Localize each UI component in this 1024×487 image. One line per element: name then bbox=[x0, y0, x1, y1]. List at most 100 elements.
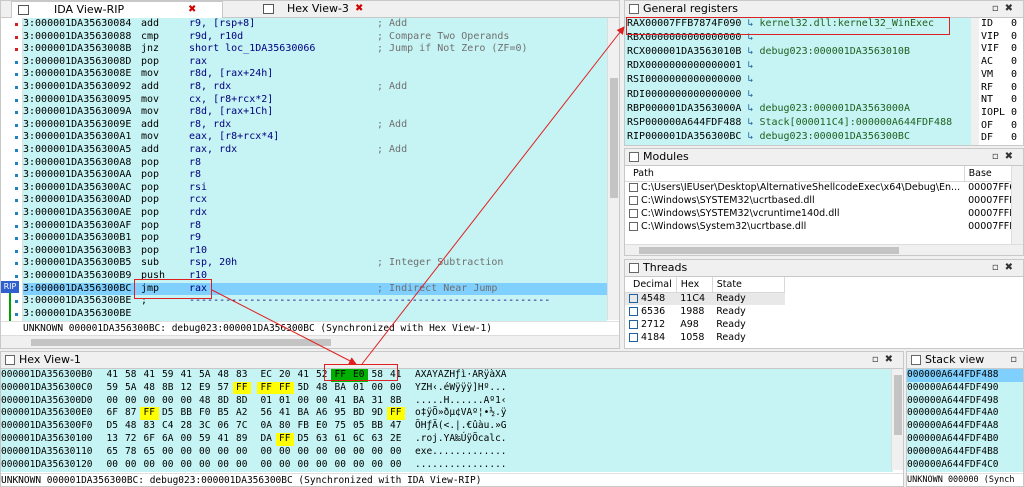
hex-byte[interactable]: 00 bbox=[313, 446, 332, 459]
stack-row[interactable]: 000000A644FDF490 bbox=[907, 382, 1023, 395]
hex-row[interactable]: 000001DA356300C0 59 5A 48 8B 12 E9 57 FF FF FF 5D 48… bbox=[1, 381, 893, 395]
hex-byte[interactable]: 8D bbox=[214, 395, 233, 408]
disasm-line[interactable]: 3:000001DA356300A8 pop r8 bbox=[23, 157, 607, 170]
breakpoint-dot[interactable] bbox=[15, 86, 18, 89]
hex-byte[interactable]: 41 bbox=[214, 433, 233, 446]
register-row[interactable]: RAX00007FFB7874F090 ↳ kernel32.dll:kerne… bbox=[625, 18, 971, 31]
window-buttons[interactable]: ▫✖ bbox=[992, 260, 1019, 276]
module-row[interactable]: C:\Windows\System32\ucrtbase.dll 00007FFB… bbox=[625, 220, 1013, 233]
hex-byte[interactable]: 56 bbox=[257, 407, 276, 420]
register-row[interactable]: RBP000001DA3563000A ↳ debug023:000001DA3… bbox=[625, 103, 971, 116]
hex-byte[interactable]: 00 bbox=[276, 459, 295, 472]
register-reference[interactable]: kernel32.dll:kernel32_WinExec bbox=[759, 18, 934, 29]
disasm-line[interactable]: 3:000001DA35630095 mov cx, [r8+rcx*2] bbox=[23, 94, 607, 107]
hex-byte[interactable]: D5 bbox=[159, 407, 178, 420]
hex-byte[interactable]: 78 bbox=[122, 446, 141, 459]
register-row[interactable]: RCX000001DA3563010B ↳ debug023:000001DA3… bbox=[625, 46, 971, 59]
hex-byte[interactable]: D5 bbox=[103, 420, 122, 433]
hex-byte[interactable]: 00 bbox=[294, 446, 313, 459]
hex-byte[interactable]: 7C bbox=[233, 420, 252, 433]
hex-byte[interactable]: 63 bbox=[368, 433, 387, 446]
disasm-line[interactable]: 3:000001DA3563009E add r8, rdx ; Add bbox=[23, 119, 607, 132]
hex-byte[interactable]: 9D bbox=[368, 407, 387, 420]
stack-row[interactable]: 000000A644FDF4A0 bbox=[907, 407, 1023, 420]
modules-hscrollbar[interactable] bbox=[625, 244, 1023, 255]
hex-byte[interactable]: 00 bbox=[368, 446, 387, 459]
hex-byte[interactable]: 8D bbox=[233, 395, 252, 408]
hex-byte[interactable]: B5 bbox=[214, 407, 233, 420]
disasm-line[interactable]: 3:000001DA356300AF pop r8 bbox=[23, 220, 607, 233]
threads-col-hex[interactable]: Hex bbox=[676, 277, 713, 293]
hex-byte[interactable]: 00 bbox=[140, 395, 159, 408]
hex-byte[interactable]: FB bbox=[294, 420, 313, 433]
hex-byte[interactable]: 00 bbox=[103, 459, 122, 472]
hex-byte[interactable]: 83 bbox=[140, 420, 159, 433]
hex-byte[interactable]: 00 bbox=[313, 395, 332, 408]
disasm-line[interactable]: 3:000001DA356300BC jmp rax ; Indirect Near … bbox=[23, 282, 607, 296]
hex-byte[interactable]: 48 bbox=[140, 382, 159, 395]
flag-row[interactable]: ID 0 bbox=[979, 18, 1023, 31]
hex-byte[interactable]: EC bbox=[257, 369, 276, 382]
breakpoint-dot[interactable] bbox=[15, 98, 18, 102]
register-value[interactable]: 000000A644FDF488 bbox=[645, 117, 741, 128]
hex-byte[interactable]: 00 bbox=[387, 382, 406, 395]
register-value[interactable]: 000001DA356300BC bbox=[645, 131, 741, 142]
register-reference[interactable]: debug023:000001DA3563000A bbox=[759, 103, 910, 114]
hex-byte[interactable]: 00 bbox=[350, 446, 369, 459]
hex-byte[interactable]: 00 bbox=[350, 459, 369, 472]
hex-byte[interactable]: 6F bbox=[103, 407, 122, 420]
hex-byte[interactable]: 3C bbox=[196, 420, 215, 433]
hex-byte[interactable]: 00 bbox=[103, 395, 122, 408]
register-row[interactable]: RSP000000A644FDF488 ↳ Stack[000011C4]:00… bbox=[625, 117, 971, 130]
hex-byte[interactable]: 00 bbox=[196, 459, 215, 472]
hex-byte[interactable]: 00 bbox=[387, 446, 406, 459]
window-buttons[interactable]: ▫✖ bbox=[992, 1, 1019, 17]
hex-byte[interactable]: E0 bbox=[349, 369, 368, 382]
hex-byte[interactable]: 00 bbox=[368, 382, 387, 395]
register-row[interactable]: RDI0000000000000000 ↳ bbox=[625, 89, 971, 102]
hex-byte[interactable]: 00 bbox=[294, 395, 313, 408]
tab-hex-view-3[interactable]: Hex View-3 ✖ bbox=[225, 1, 375, 18]
hex-byte[interactable]: E0 bbox=[313, 420, 332, 433]
hex-row[interactable]: 000001DA356300B0 41 58 41 59 41 5A 48 83 EC 20 41 52… bbox=[1, 369, 893, 382]
hex-byte[interactable]: 00 bbox=[214, 459, 233, 472]
breakpoint-dot[interactable] bbox=[15, 48, 18, 52]
tab-ida-view-rip[interactable]: IDA View-RIP ✖ bbox=[11, 1, 223, 18]
register-value[interactable]: 000001DA3563010B bbox=[645, 46, 741, 57]
hex-byte[interactable]: 13 bbox=[103, 433, 122, 446]
hex-byte[interactable]: 00 bbox=[177, 433, 196, 446]
hex-byte[interactable]: 58 bbox=[368, 369, 387, 382]
hex-byte[interactable]: 00 bbox=[257, 459, 276, 472]
hex-row[interactable]: 000001DA35630120 00 00 00 00 00 00 00 00 00 00 00 00… bbox=[1, 459, 893, 472]
hex-byte[interactable]: FF bbox=[331, 369, 350, 382]
flag-row[interactable]: RF 0 bbox=[979, 82, 1023, 95]
register-row[interactable]: RDX0000000000000001 ↳ bbox=[625, 60, 971, 73]
close-icon[interactable]: ✖ bbox=[355, 1, 363, 17]
hex-byte[interactable]: 52 bbox=[313, 369, 332, 382]
hex-byte[interactable]: FF bbox=[275, 381, 294, 395]
hex-byte[interactable]: 61 bbox=[331, 433, 350, 446]
hex-byte[interactable]: 58 bbox=[122, 369, 141, 382]
hex-byte[interactable]: 2E bbox=[387, 433, 406, 446]
hex-byte[interactable]: 00 bbox=[159, 395, 178, 408]
threads-col-state[interactable]: State bbox=[712, 277, 785, 293]
disasm-line[interactable]: 3:000001DA356300B1 pop r9 bbox=[23, 232, 607, 245]
hex-byte[interactable]: 00 bbox=[214, 446, 233, 459]
hex-byte[interactable]: 57 bbox=[214, 382, 233, 395]
breakpoint-dot[interactable] bbox=[15, 123, 18, 127]
disasm-line[interactable]: 3:000001DA3563008E mov r8d, [rax+24h] bbox=[23, 68, 607, 81]
stack-row[interactable]: 000000A644FDF4A8 bbox=[907, 420, 1023, 433]
flag-row[interactable]: OF 0 bbox=[979, 120, 1023, 133]
hex-byte[interactable]: 00 bbox=[122, 459, 141, 472]
breakpoint-dot[interactable] bbox=[15, 249, 18, 253]
stack-row[interactable]: 000000A644FDF4B8 bbox=[907, 446, 1023, 459]
breakpoint-dot[interactable] bbox=[15, 149, 18, 152]
hex-byte[interactable]: 00 bbox=[331, 446, 350, 459]
breakpoint-dot[interactable] bbox=[15, 237, 18, 241]
hex-byte[interactable]: E9 bbox=[196, 382, 215, 395]
hex-byte[interactable]: 47 bbox=[387, 420, 406, 433]
ida-hscrollbar[interactable] bbox=[1, 335, 619, 348]
hex-byte[interactable]: 80 bbox=[276, 420, 295, 433]
hex-byte[interactable]: 00 bbox=[122, 395, 141, 408]
hex-byte[interactable]: 00 bbox=[276, 446, 295, 459]
